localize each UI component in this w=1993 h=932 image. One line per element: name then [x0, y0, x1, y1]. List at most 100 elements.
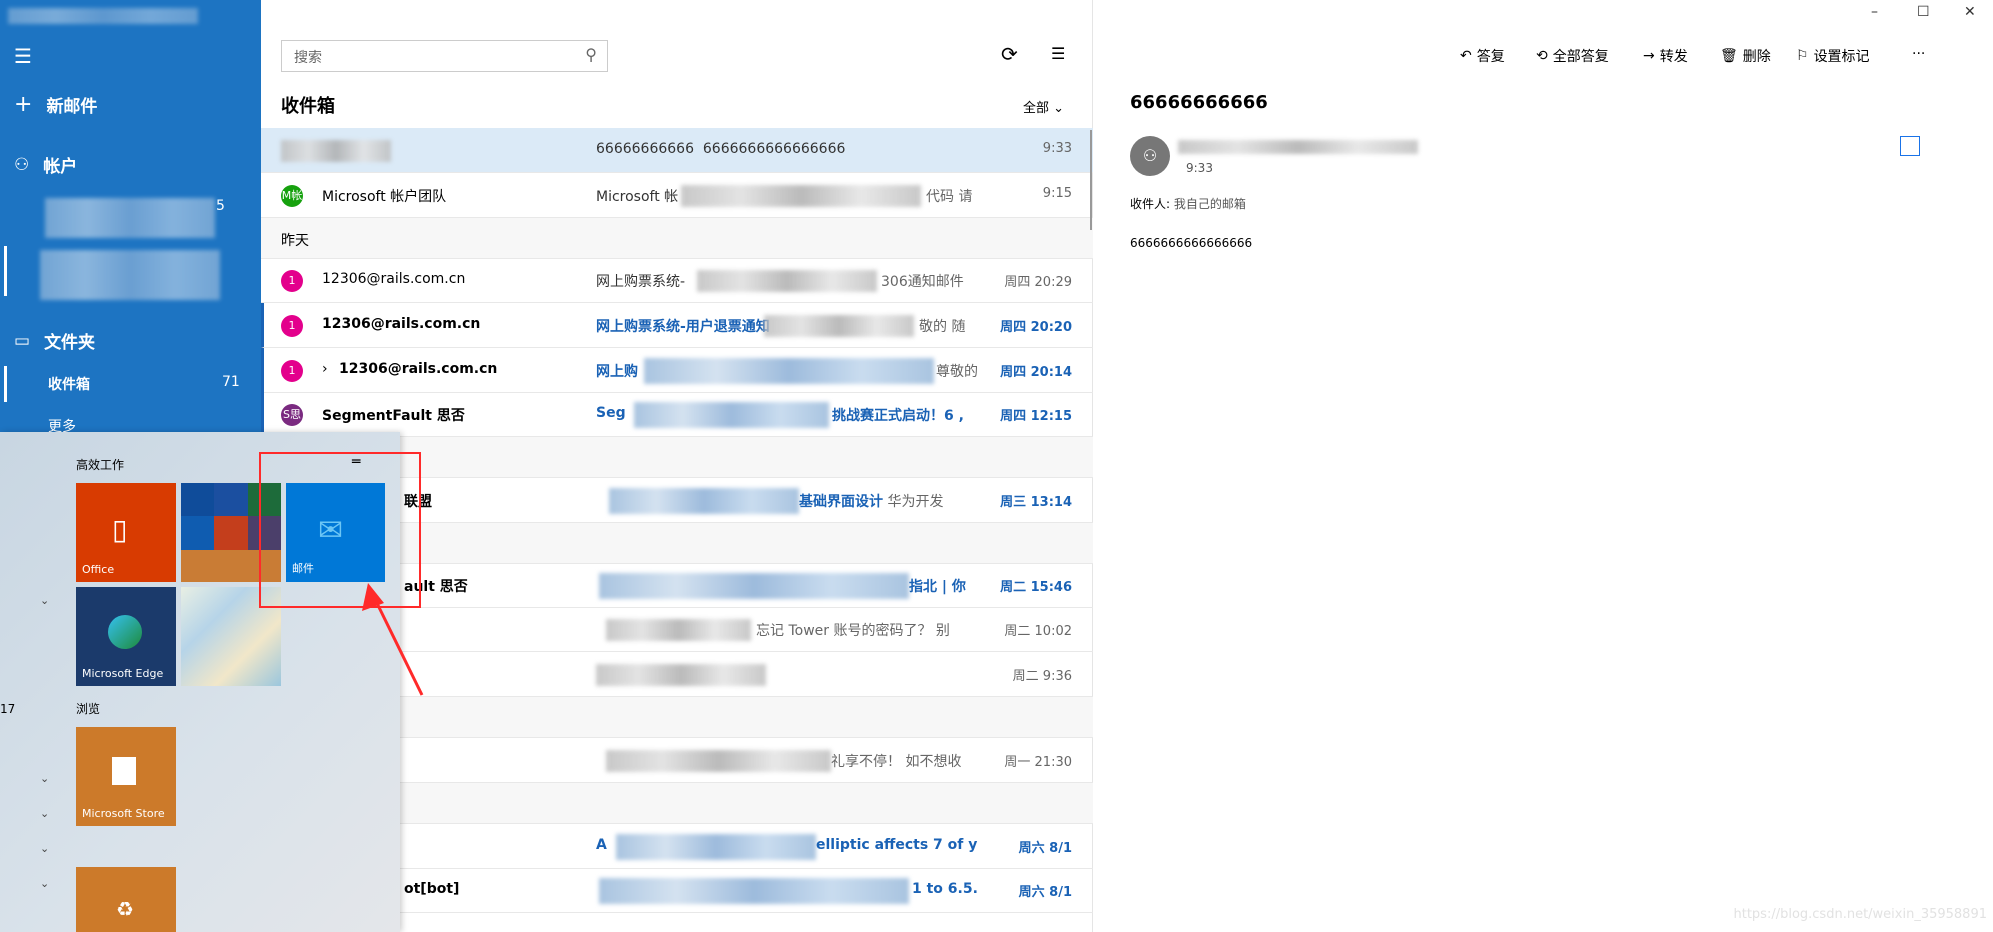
blurred [681, 185, 921, 207]
chevron-down-icon[interactable]: ⌄ [40, 842, 49, 855]
tile-label: Microsoft Edge [82, 667, 164, 680]
time: 周三 13:14 [1000, 495, 1072, 510]
message-body: 6666666666666666 [1130, 236, 1253, 250]
new-mail-button[interactable]: + 新邮件 [14, 92, 97, 117]
chevron-down-icon[interactable]: ⌄ [40, 772, 49, 785]
reading-pane: – ☐ ✕ ↶ 答复 ⟲ 全部答复 → 转发 🗑 删除 ⚐ 设置标记 ··· 666666… [1093, 0, 1993, 932]
folder-inbox[interactable]: 收件箱 [48, 374, 90, 394]
minimize-button[interactable]: – [1871, 4, 1878, 20]
subject: 基础界面设计 [799, 494, 883, 510]
folders-button[interactable]: ▭ 文件夹 [14, 328, 95, 354]
list-item[interactable]: M帐 Microsoft 帐户团队 Microsoft 帐 代码 请 9:15 [261, 173, 1093, 218]
reply-all-button[interactable]: ⟲ 全部答复 [1536, 46, 1609, 66]
group-header: 昨天 [261, 218, 1093, 259]
blurred [599, 878, 909, 904]
time: 周一 21:30 [1004, 755, 1072, 770]
flag-button[interactable]: ⚐ 设置标记 [1796, 46, 1870, 66]
subject: 网上购 [596, 364, 638, 380]
account-item-blurred[interactable] [40, 250, 220, 300]
sender-blurred [281, 140, 391, 162]
chevron-down-icon[interactable]: ⌄ [40, 807, 49, 820]
tile-edge[interactable]: Microsoft Edge [76, 587, 176, 686]
preview: 代码 请 [926, 189, 973, 205]
subject: Microsoft 帐 [596, 189, 679, 205]
accounts-button[interactable]: ⚇ 帐户 [14, 152, 77, 178]
sender: 12306@rails.com.cn [339, 361, 498, 377]
subject: 1 to 6.5. [912, 881, 978, 897]
reply-label: 答复 [1476, 49, 1505, 65]
arrow-line [370, 592, 424, 696]
preview: 敬的 随 [919, 319, 966, 335]
forward-button[interactable]: → 转发 [1643, 46, 1688, 66]
time: 周二 9:36 [1012, 669, 1072, 684]
account-item-blurred[interactable] [45, 198, 215, 238]
time: 周六 8/1 [1018, 885, 1072, 900]
subject: 66666666666 [596, 141, 694, 157]
chevron-down-icon[interactable]: ⌄ [40, 594, 49, 607]
list-item[interactable]: 1 12306@rails.com.cn 网上购票系统-用户退票通知 敬的 随 … [261, 303, 1093, 348]
blurred [644, 358, 934, 384]
open-new-window-icon[interactable] [1900, 136, 1920, 156]
search-icon[interactable]: ⚲ [585, 45, 597, 64]
filter-label: 全部 [1023, 101, 1050, 116]
time: 周四 20:29 [1004, 275, 1072, 290]
delete-button[interactable]: 🗑 删除 [1720, 46, 1771, 66]
sender-avatar: ⚇ [1130, 136, 1170, 176]
scrollbar[interactable] [1090, 130, 1092, 230]
side-number: 17 [0, 702, 16, 716]
blurred [596, 664, 766, 686]
tile-label: Microsoft Store [82, 807, 165, 820]
time: 周二 10:02 [1004, 624, 1072, 639]
tile-recycle[interactable]: ♻ [76, 867, 176, 932]
menu-icon[interactable]: ☰ [14, 44, 32, 68]
preview: 华为开发 [887, 494, 944, 510]
selection-indicator [4, 246, 7, 296]
window-title-blurred [8, 8, 198, 24]
subject: 网上购票系统- [596, 274, 686, 290]
preview: 306通知邮件 [881, 274, 964, 290]
preview: 尊敬的 [936, 364, 978, 380]
tile-store[interactable]: Microsoft Store [76, 727, 176, 826]
powerpoint-icon [214, 516, 248, 550]
expand-thread-icon[interactable]: › [322, 361, 328, 377]
delete-label: 删除 [1742, 49, 1771, 65]
tile-office[interactable]: ▯ Office [76, 483, 176, 582]
blurred [697, 270, 877, 292]
time: 9:33 [1042, 141, 1072, 156]
selection-indicator [4, 366, 7, 402]
list-item[interactable]: 66666666666 6666666666666666 9:33 [261, 128, 1093, 173]
chevron-down-icon[interactable]: ⌄ [40, 877, 49, 890]
preview: 挑战赛正式启动！6 , [832, 408, 964, 424]
reply-all-label: 全部答复 [1552, 49, 1609, 65]
preview: 忘记 Tower 账号的密码了？ 别 [756, 623, 950, 639]
arrow-head [362, 583, 384, 611]
tile-group-label: 浏览 [76, 702, 101, 716]
blurred [609, 488, 799, 514]
close-button[interactable]: ✕ [1964, 4, 1976, 20]
sync-icon[interactable]: ⟳ [1001, 42, 1018, 66]
watermark: https://blog.csdn.net/weixin_35958891 [1733, 907, 1987, 922]
folder-icon: ▭ [14, 330, 31, 351]
list-item[interactable]: 1 12306@rails.com.cn 网上购票系统- 306通知邮件 周四 … [261, 258, 1093, 303]
blurred [634, 402, 829, 428]
reply-button[interactable]: ↶ 答复 [1460, 46, 1505, 66]
time: 周四 20:20 [1000, 320, 1072, 335]
search-input[interactable]: 搜索 ⚲ [281, 40, 608, 72]
select-mode-icon[interactable]: ☰ [1051, 44, 1065, 63]
filter-dropdown[interactable]: 全部 ⌄ [1023, 97, 1064, 116]
maximize-button[interactable]: ☐ [1917, 4, 1930, 20]
annotation-arrow [362, 583, 424, 696]
list-item[interactable]: 1 › 12306@rails.com.cn 网上购 尊敬的 周四 20:14 [261, 348, 1093, 393]
preview: 6666666666666666 [702, 141, 846, 157]
sender: SegmentFault 思否 [322, 408, 465, 424]
trash-icon: 🗑 [1720, 48, 1738, 64]
new-mail-label: 新邮件 [46, 97, 98, 117]
preview: elliptic affects 7 of y [816, 837, 978, 853]
more-button[interactable]: ··· [1912, 46, 1925, 62]
avatar: 1 [281, 270, 303, 292]
blurred [616, 834, 816, 860]
sender: Microsoft 帐户团队 [322, 189, 447, 205]
to-value: 我自己的邮箱 [1173, 197, 1246, 211]
list-item[interactable]: S思 SegmentFault 思否 Seg 挑战赛正式启动！6 , 周四 12… [261, 392, 1093, 437]
flag-icon: ⚐ [1796, 48, 1809, 64]
